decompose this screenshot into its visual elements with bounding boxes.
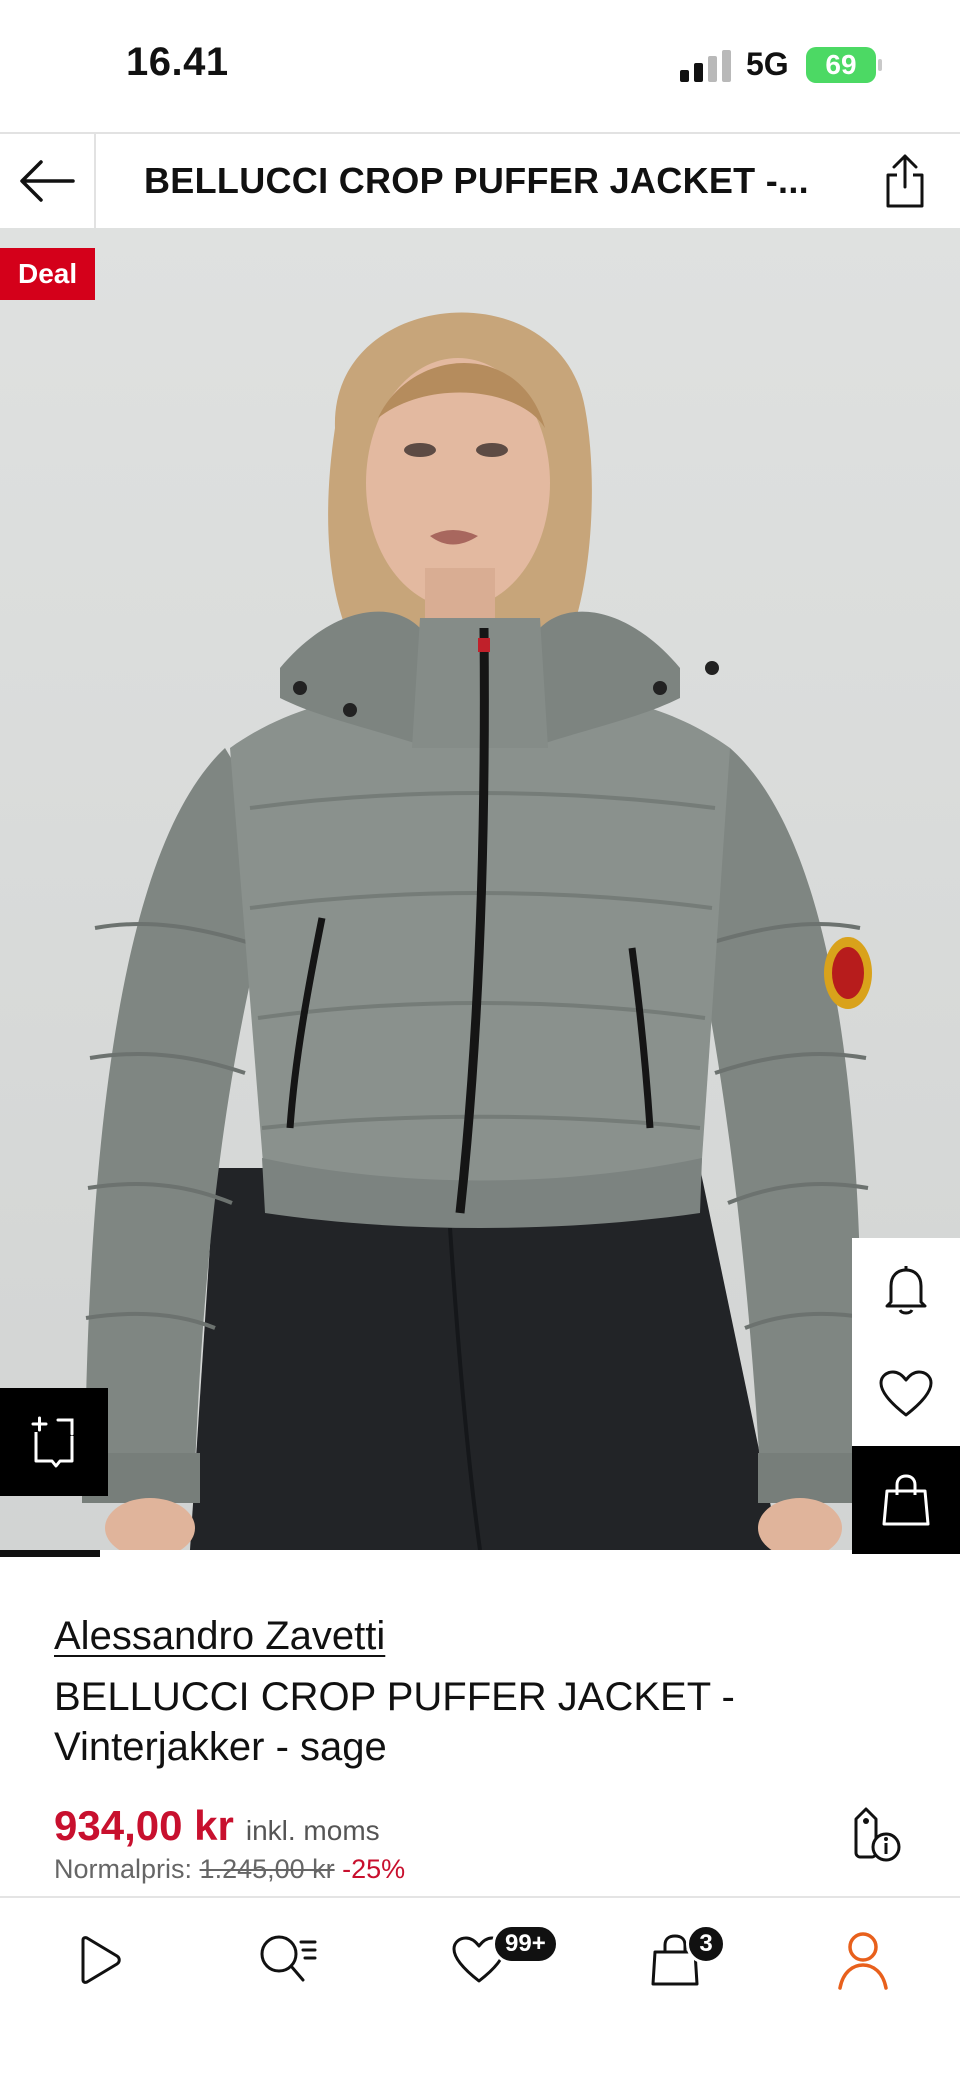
status-time: 16.41 bbox=[126, 40, 229, 84]
wishlist-button[interactable] bbox=[852, 1342, 960, 1446]
vat-note: inkl. moms bbox=[245, 1815, 380, 1846]
arrow-left-icon bbox=[20, 160, 75, 202]
product-header: BELLUCCI CROP PUFFER JACKET -... bbox=[0, 132, 960, 228]
normal-price-row: Normalpris: 1.245,00 kr -25% bbox=[54, 1854, 405, 1885]
deal-badge: Deal bbox=[0, 248, 96, 300]
cart-count-badge: 3 bbox=[686, 1924, 726, 1964]
price-info-button[interactable] bbox=[844, 1800, 908, 1868]
product-name: BELLUCCI CROP PUFFER JACKET - Vinterjakk… bbox=[54, 1675, 735, 1769]
add-to-cart-button[interactable] bbox=[852, 1446, 960, 1554]
normal-price: 1.245,00 kr bbox=[199, 1854, 335, 1884]
normal-price-label: Normalpris: bbox=[54, 1854, 193, 1884]
nav-home[interactable] bbox=[42, 1914, 152, 2006]
discount-percent: -25% bbox=[342, 1854, 406, 1884]
share-button[interactable] bbox=[874, 148, 936, 214]
notify-button[interactable] bbox=[852, 1238, 960, 1342]
image-pagination-indicator bbox=[0, 1550, 100, 1557]
home-play-icon bbox=[81, 1936, 121, 1984]
product-image[interactable] bbox=[0, 228, 960, 1550]
compare-icon bbox=[31, 1416, 74, 1468]
search-icon bbox=[260, 1935, 317, 1982]
heart-icon bbox=[879, 1370, 933, 1417]
bottom-navigation: 99+ 3 bbox=[0, 1896, 960, 2081]
brand-link[interactable]: Alessandro Zavetti bbox=[54, 1614, 385, 1659]
side-action-bar bbox=[852, 1238, 960, 1554]
back-button[interactable] bbox=[0, 134, 96, 228]
battery-level: 69 bbox=[825, 49, 857, 80]
price-tag-info-icon bbox=[854, 1807, 901, 1862]
price-row: 934,00 kr inkl. moms bbox=[54, 1802, 380, 1850]
product-photo bbox=[82, 312, 872, 1550]
status-bar: 16.41 5G 69 bbox=[0, 0, 960, 132]
network-type: 5G bbox=[746, 46, 789, 82]
nav-cart[interactable]: 3 bbox=[620, 1914, 730, 2006]
signal-icon bbox=[680, 50, 732, 82]
profile-icon bbox=[838, 1932, 888, 1990]
nav-profile[interactable] bbox=[808, 1914, 918, 2006]
nav-wishlist[interactable]: 99+ bbox=[424, 1914, 559, 2006]
share-icon bbox=[886, 154, 924, 208]
bell-icon bbox=[885, 1266, 927, 1315]
sale-price: 934,00 kr bbox=[54, 1802, 234, 1849]
battery-icon: 69 bbox=[806, 47, 882, 83]
wishlist-count-badge: 99+ bbox=[492, 1924, 559, 1964]
compare-button[interactable] bbox=[0, 1388, 108, 1496]
bag-icon bbox=[882, 1474, 930, 1526]
nav-search[interactable] bbox=[232, 1914, 342, 2006]
page-title: BELLUCCI CROP PUFFER JACKET -... bbox=[144, 160, 809, 201]
